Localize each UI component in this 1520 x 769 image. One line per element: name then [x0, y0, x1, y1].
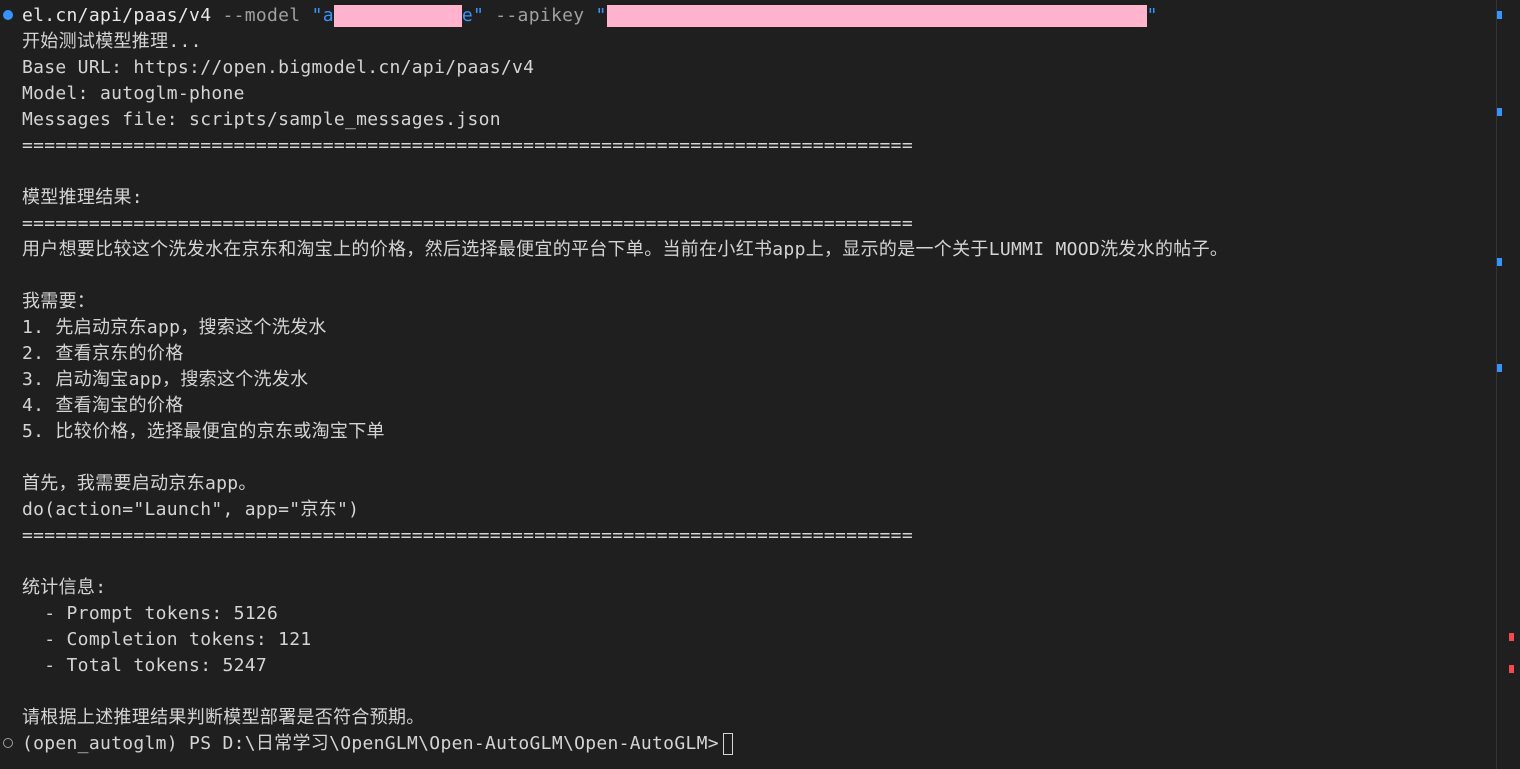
- result-step-5: 5. 比较价格，选择最便宜的京东或淘宝下单: [22, 421, 385, 442]
- apikey-value-open: ": [595, 5, 607, 26]
- ruler-mark-red: [1509, 633, 1514, 641]
- result-step-1: 1. 先启动京东app，搜索这个洗发水: [22, 317, 327, 338]
- apikey-redaction: [606, 5, 1147, 27]
- command-prefix: el.cn/api/paas/v4: [22, 5, 212, 26]
- model-flag: --model: [222, 5, 301, 26]
- apikey-value-close: ": [1146, 5, 1158, 26]
- result-heading: 模型推理结果:: [22, 187, 143, 208]
- overview-ruler[interactable]: [1496, 0, 1520, 769]
- result-summary: 用户想要比较这个洗发水在京东和淘宝上的价格，然后选择最便宜的平台下单。当前在小红…: [22, 239, 1229, 260]
- model-redaction: [333, 5, 462, 27]
- command-pending-dot-icon[interactable]: [3, 738, 13, 748]
- separator: ========================================…: [22, 213, 913, 234]
- terminal-panel[interactable]: el.cn/api/paas/v4 --model "a e" --apikey …: [0, 0, 1520, 769]
- output-base-url: Base URL: https://open.bigmodel.cn/api/p…: [22, 57, 535, 78]
- output-messages-file: Messages file: scripts/sample_messages.j…: [22, 109, 501, 130]
- shell-prompt: (open_autoglm) PS D:\日常学习\OpenGLM\Open-A…: [22, 733, 719, 754]
- result-first: 首先，我需要启动京东app。: [22, 473, 257, 494]
- ruler-mark-blue: [1497, 364, 1502, 372]
- apikey-flag: --apikey: [495, 5, 585, 26]
- text-cursor[interactable]: [722, 733, 733, 755]
- model-value-close: e": [461, 5, 485, 26]
- command-line: el.cn/api/paas/v4 --model "a e" --apikey …: [22, 3, 1158, 29]
- stats-prompt-tokens: - Prompt tokens: 5126: [22, 603, 279, 624]
- stats-completion-tokens: - Completion tokens: 121: [22, 629, 312, 650]
- result-need: 我需要：: [22, 291, 96, 312]
- separator: ========================================…: [22, 525, 913, 546]
- result-step-4: 4. 查看淘宝的价格: [22, 395, 184, 416]
- stats-heading: 统计信息:: [22, 577, 107, 598]
- command-success-dot-icon[interactable]: [3, 10, 13, 20]
- stats-total-tokens: - Total tokens: 5247: [22, 655, 268, 676]
- result-action: do(action="Launch", app="京东"): [22, 499, 360, 520]
- shell-prompt-line[interactable]: (open_autoglm) PS D:\日常学习\OpenGLM\Open-A…: [22, 731, 733, 757]
- result-step-2: 2. 查看京东的价格: [22, 343, 184, 364]
- ruler-mark-blue: [1497, 258, 1502, 266]
- ruler-mark-red: [1509, 665, 1514, 673]
- model-value-open: "a: [311, 5, 334, 26]
- result-step-3: 3. 启动淘宝app，搜索这个洗发水: [22, 369, 309, 390]
- ruler-mark-blue: [1497, 108, 1502, 116]
- judge-message: 请根据上述推理结果判断模型部署是否符合预期。: [22, 707, 425, 728]
- output-start: 开始测试模型推理...: [22, 31, 202, 52]
- output-model: Model: autoglm-phone: [22, 83, 245, 104]
- ruler-mark-blue: [1497, 11, 1502, 19]
- separator: ========================================…: [22, 135, 913, 156]
